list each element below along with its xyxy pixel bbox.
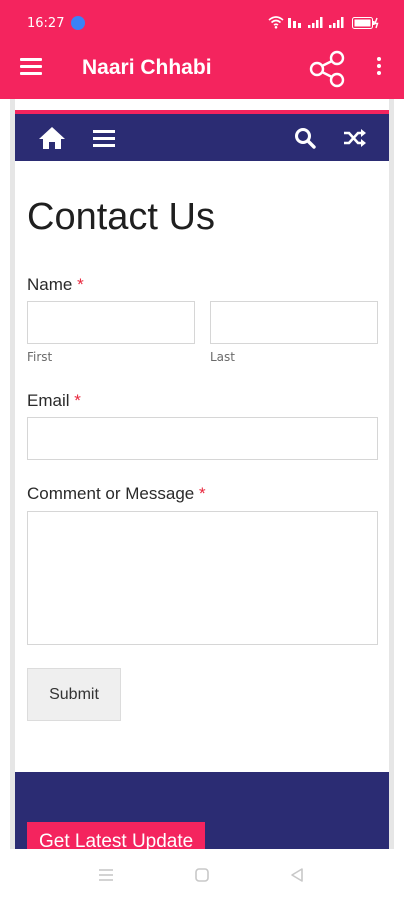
message-label: Comment or Message * — [27, 484, 206, 504]
webview-border-left — [10, 99, 15, 849]
name-label-text: Name — [27, 275, 73, 294]
recents-icon[interactable] — [97, 867, 115, 883]
vowifi-icon — [288, 18, 301, 28]
email-input[interactable] — [27, 417, 378, 460]
overflow-menu-button[interactable] — [372, 57, 386, 79]
required-mark: * — [74, 391, 81, 410]
site-home-button[interactable] — [37, 114, 67, 161]
required-mark: * — [77, 275, 84, 294]
shuffle-icon — [344, 128, 366, 147]
menu-icon — [93, 129, 115, 147]
signal-icon — [329, 17, 344, 28]
wifi-icon — [268, 16, 284, 29]
search-icon — [295, 127, 316, 149]
battery-icon — [352, 17, 379, 29]
site-menu-button[interactable] — [91, 114, 117, 161]
message-textarea[interactable] — [27, 511, 378, 645]
email-label-text: Email — [27, 391, 70, 410]
system-navigation-bar — [0, 849, 404, 900]
notification-icon — [71, 16, 85, 30]
signal-icon — [308, 17, 323, 28]
first-name-input[interactable] — [27, 301, 195, 344]
last-name-input[interactable] — [210, 301, 378, 344]
share-button[interactable] — [308, 50, 348, 88]
required-mark: * — [198, 484, 206, 503]
webview-border-right — [389, 99, 394, 849]
status-time: 16:27 — [27, 16, 65, 31]
last-name-sublabel: Last — [210, 350, 235, 364]
app-title: Naari Chhabi — [82, 56, 212, 79]
share-icon — [309, 50, 345, 88]
email-label: Email * — [27, 391, 81, 411]
site-shuffle-button[interactable] — [342, 114, 368, 161]
message-label-text: Comment or Message — [27, 484, 195, 503]
site-footer: Get Latest Update — [15, 772, 389, 849]
site-navbar — [15, 114, 389, 161]
get-latest-update-button[interactable]: Get Latest Update — [27, 822, 206, 849]
first-name-sublabel: First — [27, 350, 53, 364]
page-title: Contact Us — [27, 196, 215, 238]
drawer-menu-button[interactable] — [20, 58, 44, 76]
back-triangle-icon[interactable] — [289, 867, 305, 883]
home-square-icon[interactable] — [194, 867, 210, 883]
site-search-button[interactable] — [293, 114, 317, 161]
app-bar: 16:27 Naari Chhabi — [0, 0, 404, 99]
home-icon — [39, 126, 65, 149]
submit-button[interactable]: Submit — [27, 668, 121, 721]
name-label: Name * — [27, 275, 84, 295]
